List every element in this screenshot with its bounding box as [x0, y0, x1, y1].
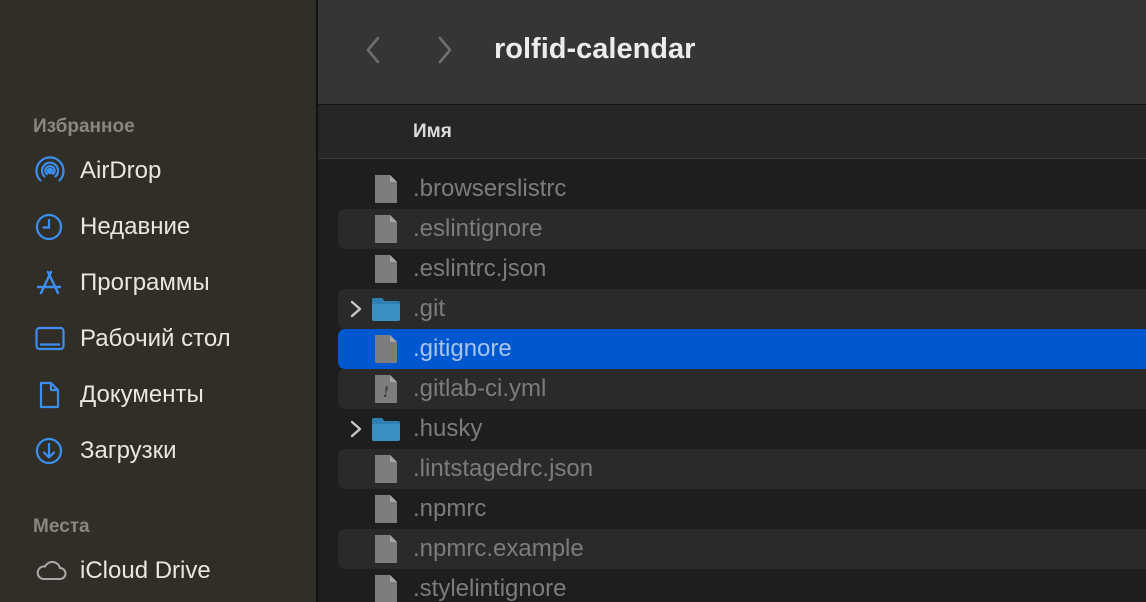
file-row[interactable]: .eslintrc.json — [338, 249, 1146, 289]
sidebar-item-downloads[interactable]: Загрузки — [34, 433, 177, 469]
file-row[interactable]: .gitignore — [338, 329, 1146, 369]
column-header-name[interactable]: Имя — [413, 121, 452, 143]
file-name: .eslintignore — [413, 215, 543, 242]
file-name: .husky — [413, 415, 483, 442]
yaml-file-icon: ! — [371, 373, 401, 405]
file-icon — [371, 453, 401, 485]
disclosure-chevron-icon[interactable] — [348, 299, 364, 319]
chevron-right-icon — [435, 34, 455, 71]
sidebar: Избранное AirDrop Недавние Программы Раб… — [0, 0, 318, 602]
desktop-icon — [34, 324, 68, 354]
column-header-bar: Имя — [318, 105, 1146, 159]
folder-icon — [371, 293, 401, 325]
file-row[interactable]: .git — [338, 289, 1146, 329]
back-button[interactable] — [358, 34, 388, 70]
disclosure-chevron-icon[interactable] — [348, 419, 364, 439]
airdrop-icon — [34, 156, 68, 186]
file-icon — [371, 213, 401, 245]
file-row[interactable]: .eslintignore — [338, 209, 1146, 249]
file-name: .stylelintignore — [413, 575, 567, 602]
file-name: .gitignore — [413, 335, 512, 362]
file-row[interactable]: ! .gitlab-ci.yml — [338, 369, 1146, 409]
file-row[interactable]: .stylelintignore — [338, 569, 1146, 602]
file-name: .git — [413, 295, 446, 322]
file-row[interactable]: .lintstagedrc.json — [338, 449, 1146, 489]
file-row[interactable]: .husky — [338, 409, 1146, 449]
file-icon — [371, 173, 401, 205]
sidebar-item-label: iCloud Drive — [80, 557, 211, 584]
file-name: .browserslistrc — [413, 175, 567, 202]
window-title: rolfid-calendar — [494, 33, 696, 65]
sidebar-item-airdrop[interactable]: AirDrop — [34, 153, 161, 189]
clock-icon — [34, 212, 68, 242]
file-icon — [371, 253, 401, 285]
sidebar-item-applications[interactable]: Программы — [34, 265, 210, 301]
sidebar-item-recents[interactable]: Недавние — [34, 209, 190, 245]
downloads-icon — [34, 436, 68, 466]
file-icon — [371, 573, 401, 602]
file-name: .gitlab-ci.yml — [413, 375, 547, 402]
main-pane: rolfid-calendar Имя .browserslistrc .esli… — [318, 0, 1146, 602]
finder-window: Избранное AirDrop Недавние Программы Раб… — [0, 0, 1146, 602]
sidebar-item-icloud-drive[interactable]: iCloud Drive — [34, 553, 211, 589]
file-name: .npmrc — [413, 495, 487, 522]
locations-header: Места — [33, 516, 90, 537]
cloud-icon — [34, 556, 68, 586]
document-icon — [34, 380, 68, 410]
file-row[interactable]: .npmrc.example — [338, 529, 1146, 569]
file-name: .npmrc.example — [413, 535, 584, 562]
file-icon — [371, 533, 401, 565]
file-name: .eslintrc.json — [413, 255, 547, 282]
toolbar: rolfid-calendar — [318, 0, 1146, 105]
sidebar-item-documents[interactable]: Документы — [34, 377, 204, 413]
sidebar-item-label: Недавние — [80, 213, 191, 240]
sidebar-item-label: Рабочий стол — [80, 325, 231, 352]
file-icon — [371, 333, 401, 365]
favorites-header: Избранное — [33, 116, 135, 137]
file-row[interactable]: .browserslistrc — [338, 169, 1146, 209]
file-icon — [371, 493, 401, 525]
forward-button[interactable] — [430, 34, 460, 70]
sidebar-item-label: Загрузки — [80, 437, 177, 464]
folder-icon — [371, 413, 401, 445]
applications-icon — [34, 268, 68, 298]
sidebar-item-desktop[interactable]: Рабочий стол — [34, 321, 231, 357]
sidebar-item-label: Документы — [80, 381, 204, 408]
sidebar-item-label: Программы — [80, 269, 210, 296]
svg-text:!: ! — [383, 385, 389, 401]
file-name: .lintstagedrc.json — [413, 455, 594, 482]
sidebar-item-label: AirDrop — [80, 157, 162, 184]
file-row[interactable]: .npmrc — [338, 489, 1146, 529]
chevron-left-icon — [363, 34, 383, 71]
